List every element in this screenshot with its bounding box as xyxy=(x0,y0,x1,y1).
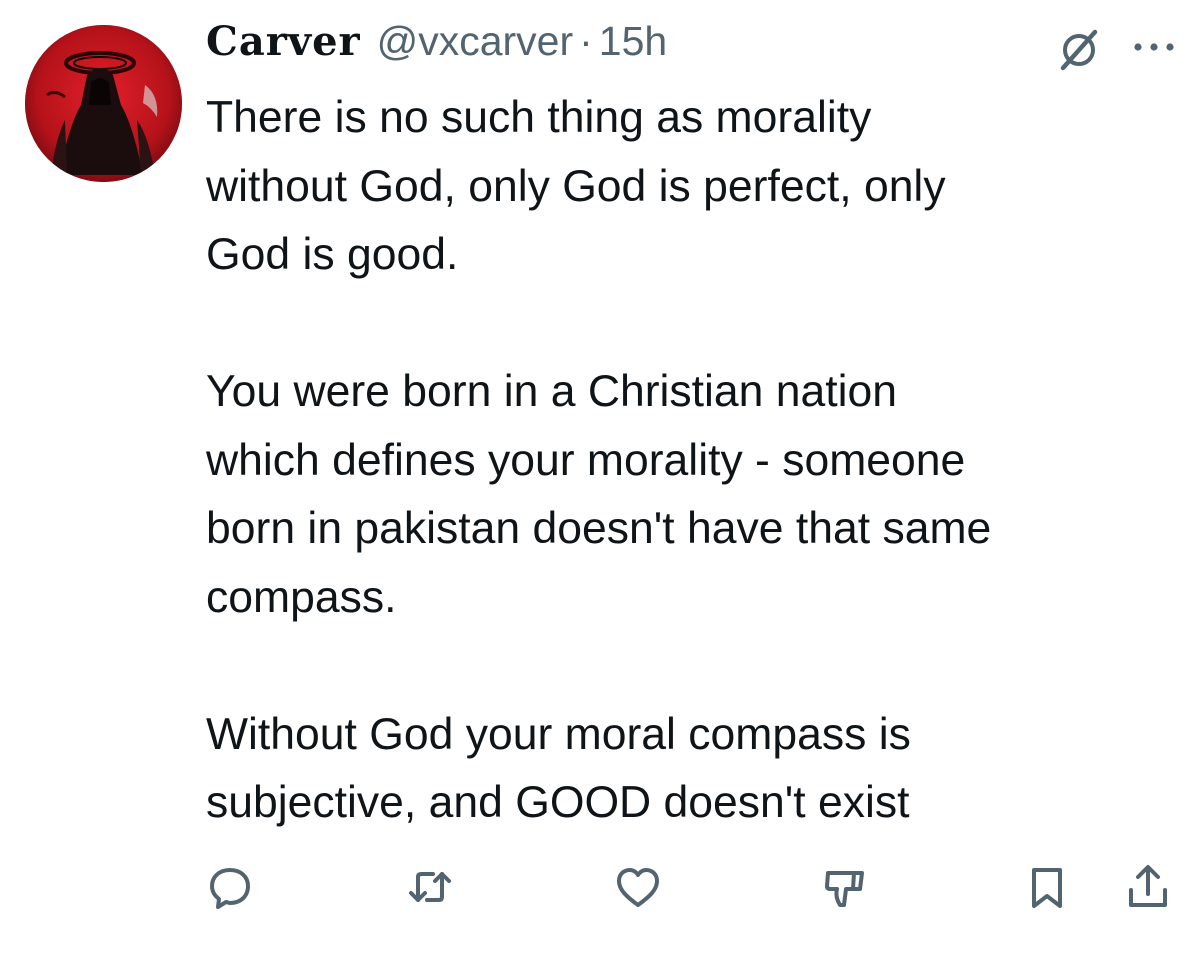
analytics-icon[interactable] xyxy=(820,862,870,912)
paragraph-2: You were born in a Christian nation whic… xyxy=(206,358,1181,632)
text-line: born in pakistan doesn't have that same xyxy=(206,504,992,553)
text-line: God is good. xyxy=(206,230,459,279)
grok-icon[interactable] xyxy=(1057,28,1101,72)
paragraph-3: Without God your moral compass is subjec… xyxy=(206,701,1181,838)
text-line: which defines your morality - someone xyxy=(206,435,966,485)
avatar-image xyxy=(25,25,182,182)
text-line: compass. xyxy=(206,572,397,622)
reply-icon[interactable] xyxy=(205,862,255,912)
tweet-card: Carver @vxcarver · 15h There is no such … xyxy=(0,0,1200,958)
like-heart-icon[interactable] xyxy=(613,862,663,912)
tweet-header: Carver @vxcarver · 15h xyxy=(206,18,667,78)
share-icon[interactable] xyxy=(1123,862,1173,912)
tweet-text: There is no such thing as morality witho… xyxy=(206,84,1181,838)
separator: · xyxy=(579,18,593,64)
user-handle[interactable]: @vxcarver xyxy=(377,18,574,65)
more-dots-icon[interactable] xyxy=(1128,32,1180,62)
display-name[interactable]: Carver xyxy=(206,18,361,65)
avatar[interactable] xyxy=(25,25,182,182)
text-line: without God, only God is perfect, only xyxy=(206,161,946,211)
text-line: subjective, and GOOD doesn't exist xyxy=(206,778,910,827)
bookmark-icon[interactable] xyxy=(1022,862,1072,912)
paragraph-1: There is no such thing as morality witho… xyxy=(206,84,1181,290)
retweet-icon[interactable] xyxy=(405,862,455,912)
text-line: You were born in a Christian nation xyxy=(206,367,898,416)
timestamp[interactable]: 15h xyxy=(599,18,667,65)
text-line: There is no such thing as morality xyxy=(206,93,872,142)
text-line: Without God your moral compass is xyxy=(206,709,911,759)
